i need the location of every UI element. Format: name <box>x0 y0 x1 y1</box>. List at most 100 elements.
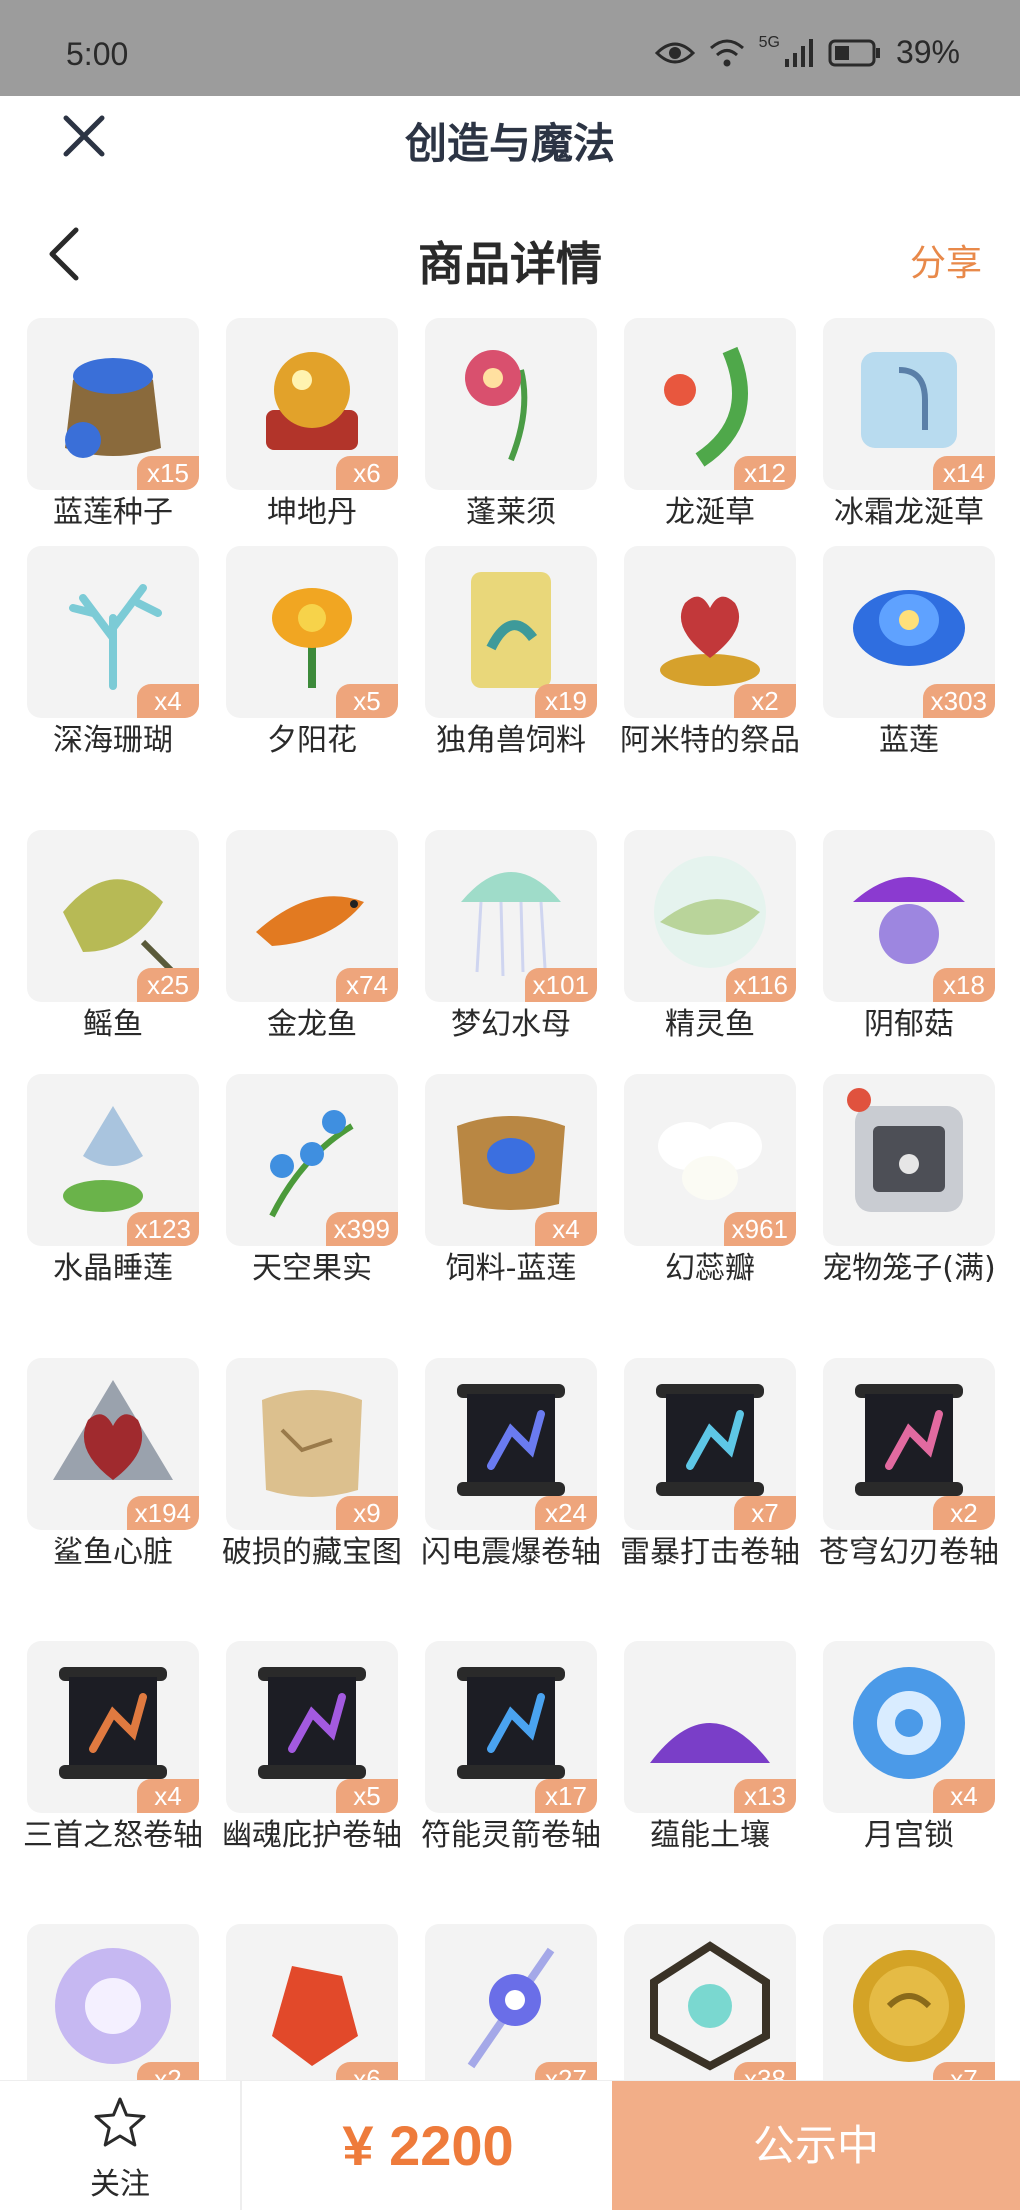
item-name: 幻蕊瓣 <box>665 1251 755 1286</box>
item-thumbnail: x101 <box>425 830 597 1002</box>
gold-coin-icon <box>853 1950 965 2062</box>
moon-lock-icon <box>853 1667 965 1779</box>
item-thumbnail: x116 <box>624 830 796 1002</box>
price: ¥ 2200 <box>342 2114 514 2177</box>
follow-button[interactable]: 关注 <box>0 2081 242 2210</box>
item-card[interactable]: x24 闪电震爆卷轴 <box>421 1358 601 1618</box>
item-card[interactable]: x25 鳐鱼 <box>27 830 199 1090</box>
seed-sack-icon <box>65 358 161 458</box>
item-count-badge: x123 <box>126 1212 199 1246</box>
scroll-icon <box>656 1384 764 1496</box>
scroll-icon <box>855 1384 963 1496</box>
item-name: 苍穹幻刃卷轴 <box>819 1535 999 1570</box>
item-card[interactable]: x961 幻蕊瓣 <box>624 1074 796 1334</box>
cage-lantern-icon <box>650 1941 770 2071</box>
item-card[interactable]: x7 雷暴打击卷轴 <box>620 1358 800 1618</box>
fire-crystal-icon <box>272 1966 358 2066</box>
item-card[interactable]: x5 幽魂庇护卷轴 <box>222 1641 402 1901</box>
item-card[interactable]: x101 梦幻水母 <box>425 830 597 1090</box>
item-card[interactable]: x12 龙涎草 <box>624 318 796 578</box>
item-card[interactable]: x13 蕴能土壤 <box>624 1641 796 1901</box>
item-card[interactable]: x15 蓝莲种子 <box>27 318 199 578</box>
share-button[interactable]: 分享 <box>910 234 982 286</box>
item-card[interactable]: x14 冰霜龙涎草 <box>823 318 995 578</box>
item-count-badge: x25 <box>137 968 199 1002</box>
item-card[interactable]: x303 蓝莲 <box>823 546 995 806</box>
item-count-badge: x961 <box>723 1212 796 1246</box>
item-name: 梦幻水母 <box>451 1007 571 1042</box>
item-count-badge: x24 <box>535 1496 597 1530</box>
item-card[interactable]: x4 月宫锁 <box>823 1641 995 1901</box>
stingray-icon <box>63 879 176 975</box>
item-thumbnail: x7 <box>823 1924 995 2080</box>
item-card[interactable]: x6 <box>226 1924 398 2080</box>
item-count-badge: x399 <box>325 1212 398 1246</box>
nav-bar: 商品详情 分享 <box>0 196 1020 312</box>
item-count-badge: x7 <box>734 1496 796 1530</box>
item-name: 精灵鱼 <box>665 1007 755 1042</box>
item-card[interactable]: x2 苍穹幻刃卷轴 <box>819 1358 999 1618</box>
signal-icon <box>784 38 813 67</box>
network-label: 5G <box>758 34 780 51</box>
app-bar: 创造与魔法 <box>0 96 1020 180</box>
item-count-badge: x303 <box>922 684 995 718</box>
item-card[interactable]: 宠物笼子(满) <box>822 1074 996 1334</box>
item-card[interactable]: x18 阴郁菇 <box>823 830 995 1090</box>
item-card[interactable]: x116 精灵鱼 <box>624 830 796 1090</box>
public-status-button[interactable]: 公示中 <box>612 2081 1020 2210</box>
item-card[interactable]: x399 天空果实 <box>226 1074 398 1334</box>
item-card[interactable]: x4 三首之怒卷轴 <box>23 1641 203 1901</box>
item-card[interactable]: x19 独角兽饲料 <box>425 546 597 806</box>
item-card[interactable]: x2 阿米特的祭品 <box>620 546 800 806</box>
item-card[interactable]: x2 <box>27 1924 199 2080</box>
item-card[interactable]: x27 <box>425 1924 597 2080</box>
item-thumbnail: x123 <box>27 1074 199 1246</box>
pet-cage-icon <box>847 1088 963 1212</box>
item-card[interactable]: x17 符能灵箭卷轴 <box>421 1641 601 1901</box>
wifi-icon <box>709 39 744 66</box>
item-thumbnail: x399 <box>226 1074 398 1246</box>
item-name: 宠物笼子(满) <box>822 1251 996 1286</box>
item-thumbnail: x38 <box>624 1924 796 2080</box>
item-name: 饲料-蓝莲 <box>445 1251 577 1286</box>
arowana-icon <box>256 896 364 946</box>
item-count-badge: x4 <box>137 684 199 718</box>
item-thumbnail: x27 <box>425 1924 597 2080</box>
item-name: 冰霜龙涎草 <box>834 495 984 530</box>
item-card[interactable]: x4 饲料-蓝莲 <box>425 1074 597 1334</box>
item-thumbnail: x18 <box>823 830 995 1002</box>
status-bar: 5:00 5G 39% <box>0 0 1020 96</box>
item-card[interactable]: 蓬莱须 <box>425 318 597 578</box>
star-icon <box>94 2097 146 2147</box>
item-thumbnail: x6 <box>226 1924 398 2080</box>
treasure-map-icon <box>262 1390 362 1497</box>
item-count-badge: x7 <box>933 2062 995 2080</box>
item-grid: x15 蓝莲种子 x6 坤地丹 蓬莱须 x12 龙涎草 x14 冰霜龙涎草 x4 深海珊瑚 x5 夕阳花… <box>0 318 1020 2080</box>
item-card[interactable]: x4 深海珊瑚 <box>27 546 199 806</box>
scroll-icon <box>457 1384 565 1496</box>
item-name: 幽魂庇护卷轴 <box>222 1818 402 1853</box>
item-count-badge: x4 <box>137 1779 199 1813</box>
coral-icon <box>69 584 162 690</box>
item-card[interactable]: x5 夕阳花 <box>226 546 398 806</box>
item-name: 鲨鱼心脏 <box>53 1535 173 1570</box>
item-card[interactable]: x38 <box>624 1924 796 2080</box>
item-card[interactable]: x6 坤地丹 <box>226 318 398 578</box>
item-card[interactable]: x9 破损的藏宝图 <box>222 1358 402 1618</box>
light-orb-icon <box>55 1948 171 2064</box>
item-count-badge: x2 <box>933 1496 995 1530</box>
item-thumbnail: x15 <box>27 318 199 490</box>
item-card[interactable]: x194 鲨鱼心脏 <box>27 1358 199 1618</box>
battery-icon <box>828 39 880 66</box>
item-card[interactable]: x123 水晶睡莲 <box>27 1074 199 1334</box>
item-thumbnail: x13 <box>624 1641 796 1813</box>
item-card[interactable]: x74 金龙鱼 <box>226 830 398 1090</box>
item-thumbnail: x74 <box>226 830 398 1002</box>
blue-lotus-icon <box>853 590 965 666</box>
item-count-badge: x17 <box>535 1779 597 1813</box>
item-count-badge: x116 <box>725 968 796 1002</box>
pink-flower-icon <box>465 350 528 462</box>
item-card[interactable]: x7 <box>823 1924 995 2080</box>
app-title: 创造与魔法 <box>404 119 615 168</box>
item-thumbnail: x6 <box>226 318 398 490</box>
